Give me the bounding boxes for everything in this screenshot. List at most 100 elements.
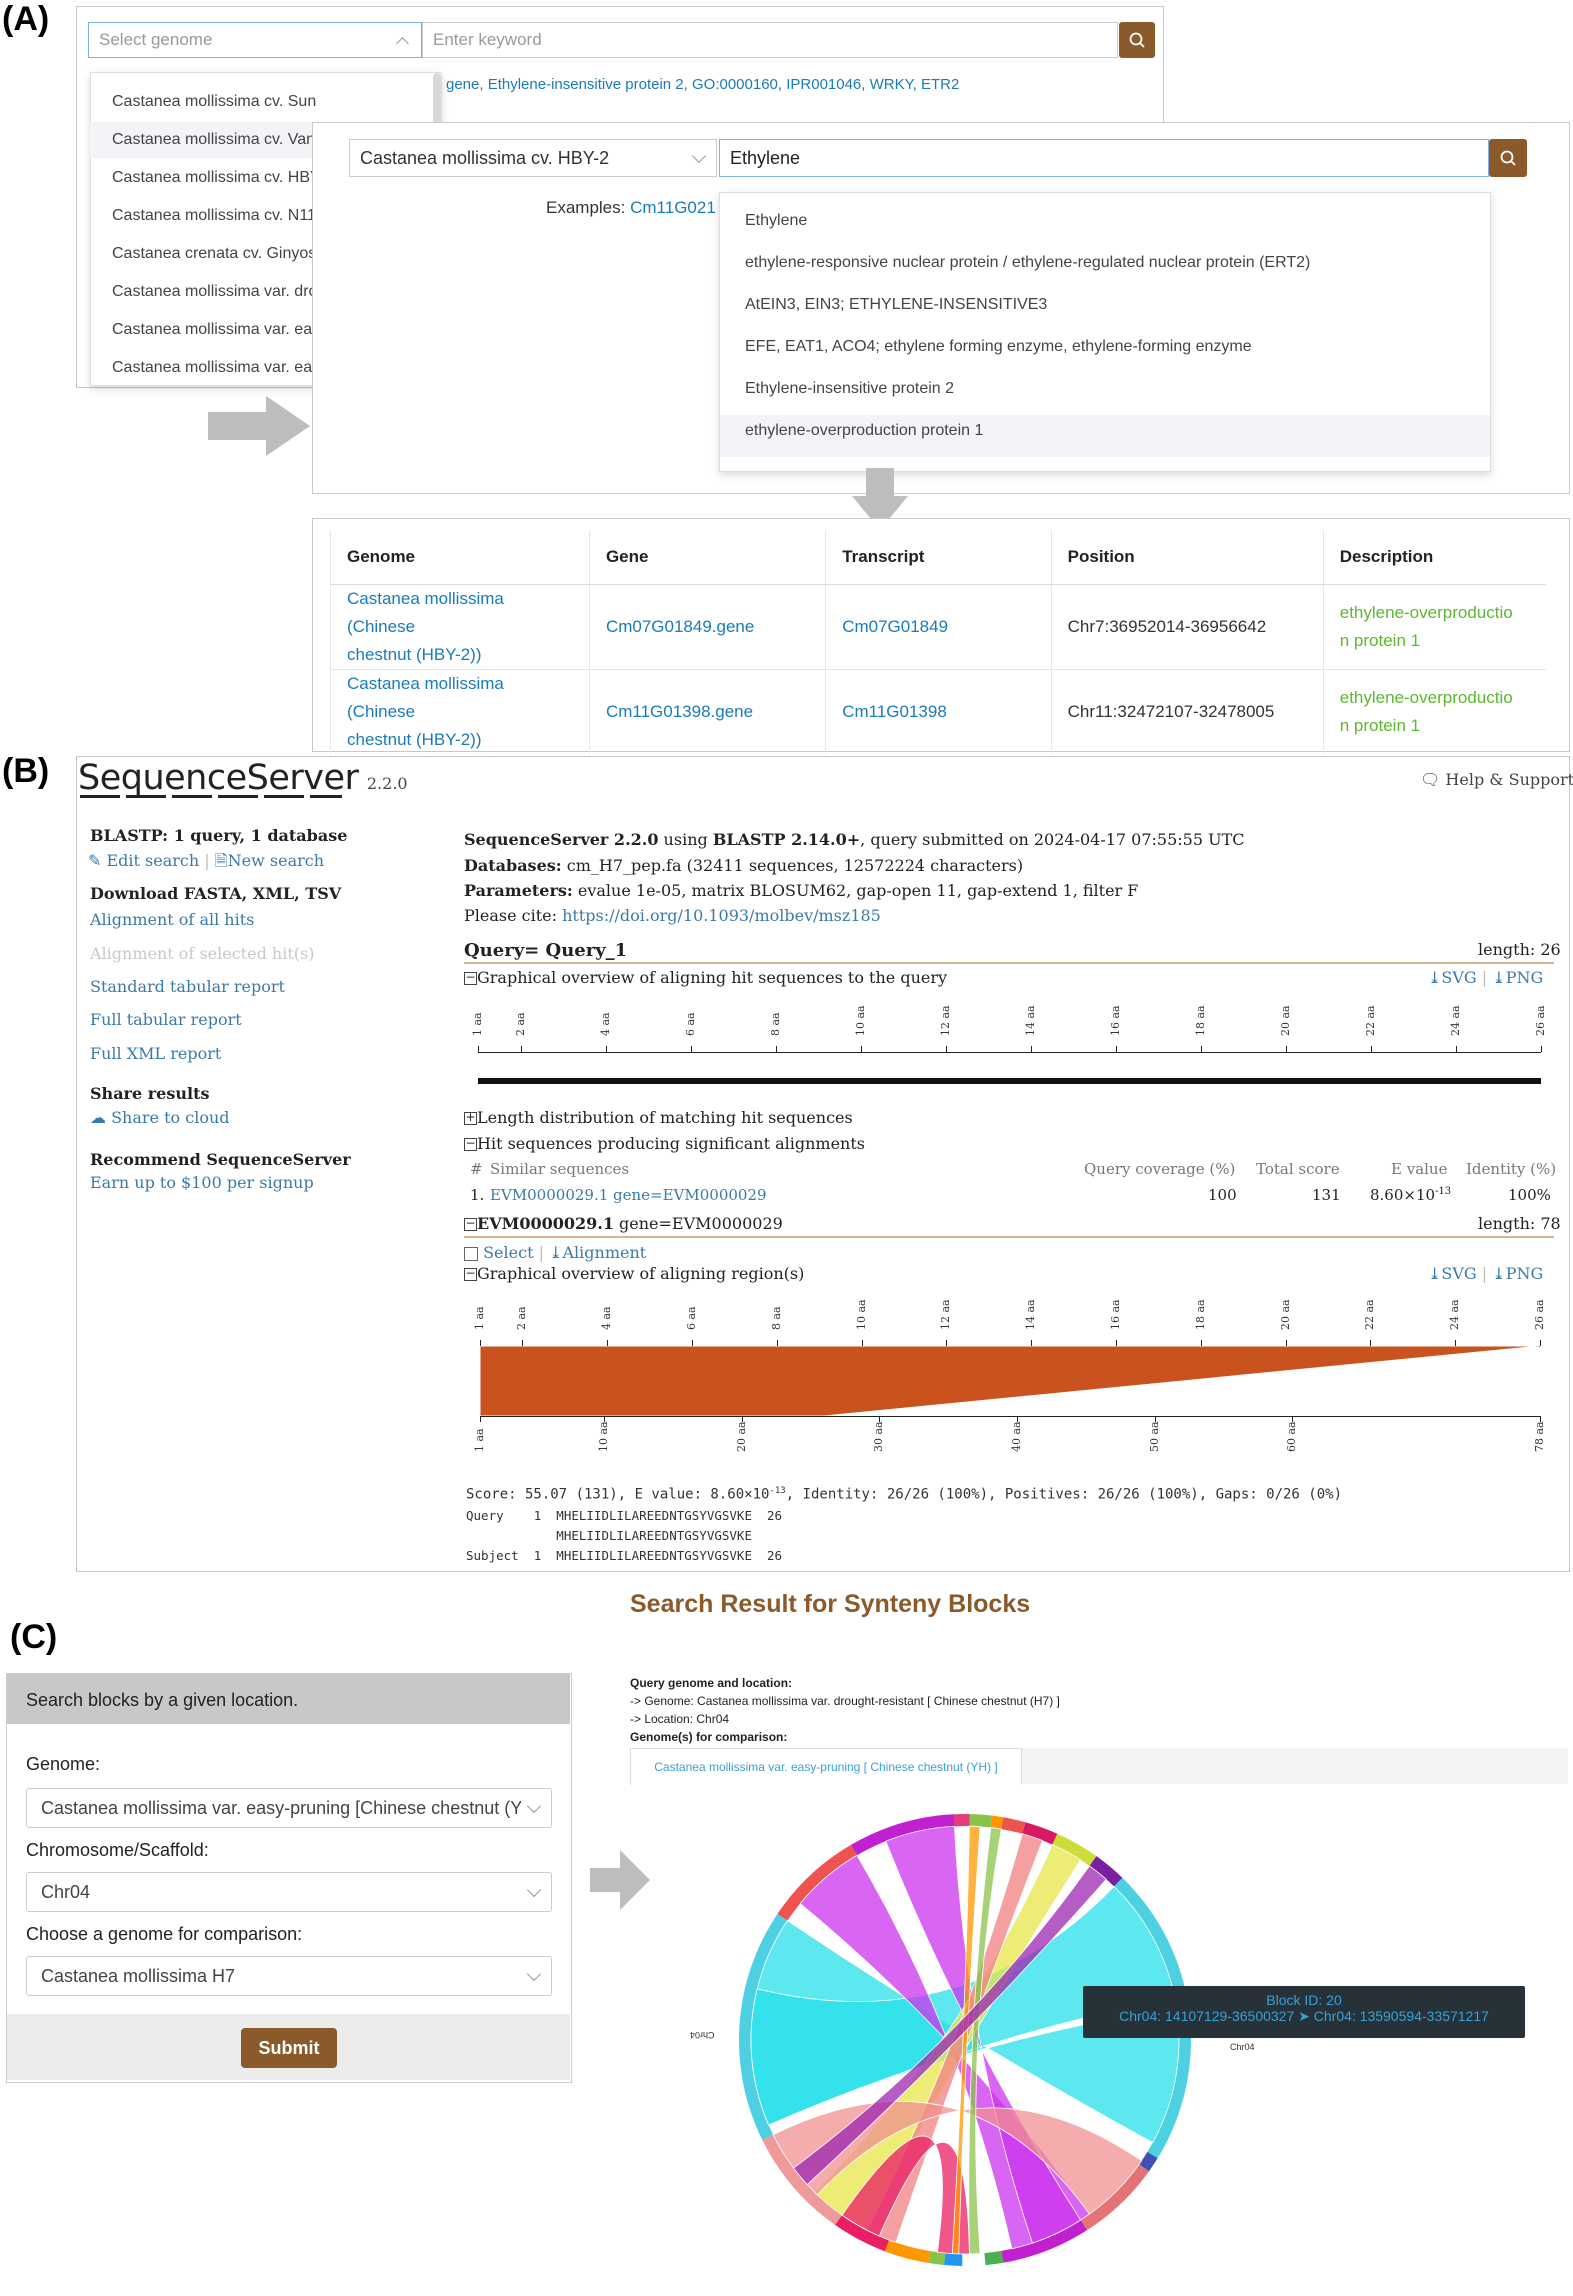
- query-svg-button[interactable]: SVG: [1441, 968, 1476, 987]
- chromosome-arc: [928, 2251, 946, 2266]
- hit-png-button[interactable]: PNG: [1506, 1264, 1544, 1283]
- axis-tick-label: 1 aa: [471, 1012, 484, 1036]
- chromosome-arc: [984, 2250, 1004, 2266]
- full-xml-link[interactable]: Full XML report: [90, 1044, 221, 1063]
- query-overview-toggle[interactable]: −Graphical overview of aligning hit sequ…: [464, 968, 947, 987]
- full-tabular-link[interactable]: Full tabular report: [90, 1010, 242, 1029]
- genome-option[interactable]: Castanea mollissima cv. Van: [90, 122, 334, 158]
- genome-option[interactable]: Castanea mollissima cv. Sun: [90, 84, 334, 120]
- genome-line-2: chestnut (HBY-2)): [347, 730, 482, 749]
- suggestion-item[interactable]: Ethylene-insensitive protein 2: [745, 380, 954, 398]
- select-label[interactable]: Select: [483, 1243, 533, 1262]
- help-support-link[interactable]: 🗨 Help & Support: [1420, 770, 1573, 789]
- genome-line-1: Castanea mollissima (Chinese: [347, 674, 504, 721]
- compare-select-value: Castanea mollissima H7: [41, 1965, 236, 1986]
- axis-tick: [1292, 1416, 1294, 1422]
- alignment-selected-link[interactable]: Alignment of selected hit(s): [90, 944, 314, 963]
- transcript-cell[interactable]: Cm07G01849: [825, 584, 1052, 670]
- chat-icon: 🗨: [1420, 770, 1441, 789]
- genome-option[interactable]: Castanea mollissima cv. N11: [90, 198, 334, 234]
- search-button-2[interactable]: [1489, 139, 1527, 177]
- suggestion-item[interactable]: AtEIN3, EIN3; ETHYLENE-INSENSITIVE3: [745, 296, 1047, 314]
- cite-link[interactable]: https://doi.org/10.1093/molbev/msz185: [562, 906, 881, 925]
- chromosome-arc: [884, 2240, 931, 2264]
- edit-search-link[interactable]: ✎ Edit search | 🗎New search: [88, 850, 324, 877]
- download-icon: ⤓: [1492, 968, 1506, 987]
- keyword-input-1[interactable]: Enter keyword: [422, 22, 1118, 58]
- search-button-1[interactable]: [1119, 22, 1155, 58]
- genome-label: Genome:: [26, 1754, 101, 1774]
- axis-tick-label: 8 aa: [769, 1306, 783, 1330]
- query-png-button[interactable]: PNG: [1506, 968, 1544, 987]
- suggestion-item[interactable]: ethylene-overproduction protein 1: [745, 422, 983, 440]
- description-cell[interactable]: ethylene-overproductio n protein 1: [1322, 584, 1546, 670]
- examples-link[interactable]: Cm11G021: [630, 198, 716, 217]
- axis-tick-label: 14 aa: [1023, 1005, 1037, 1036]
- databases-value: cm_H7_pep.fa (32411 sequences, 12572224 …: [561, 856, 1024, 875]
- genome-select-2[interactable]: Castanea mollissima cv. HBY-2: [349, 139, 717, 177]
- query-location-line: -> Location: Chr04: [630, 1712, 730, 1726]
- hit-detail-toggle[interactable]: −EVM0000029.1 gene=EVM0000029: [464, 1214, 783, 1233]
- chevron-down-icon: [526, 1798, 542, 1814]
- chr-label-right: Chr04: [1230, 2042, 1255, 2052]
- earn-link[interactable]: Earn up to $100 per signup: [90, 1173, 314, 1192]
- hit-svg-button[interactable]: SVG: [1441, 1264, 1476, 1283]
- help-text: Help & Support: [1445, 770, 1573, 789]
- genome-option[interactable]: Castanea mollissima var. dro: [90, 274, 334, 310]
- length-dist-toggle[interactable]: +Length distribution of matching hit seq…: [464, 1108, 853, 1127]
- hit-overview-toggle[interactable]: −Graphical overview of aligning region(s…: [464, 1264, 804, 1283]
- genome-select[interactable]: Castanea mollissima var. easy-pruning [C…: [26, 1788, 552, 1828]
- suggestion-item[interactable]: Ethylene: [745, 212, 807, 230]
- keyword-input-2[interactable]: Ethylene: [719, 139, 1489, 177]
- compare-select[interactable]: Castanea mollissima H7: [26, 1956, 552, 1996]
- genome-option[interactable]: Castanea mollissima var. ear: [90, 350, 334, 386]
- submitted-text: , query submitted on 2024-04-17 07:55:55…: [860, 830, 1245, 849]
- panel-label-a: (A): [2, 0, 50, 38]
- genome-option[interactable]: Castanea crenata cv. Ginyos: [90, 236, 334, 272]
- axis-tick-label: 12 aa: [938, 1005, 952, 1036]
- length-dist-label: Length distribution of matching hit sequ…: [477, 1108, 853, 1127]
- hit-seqs-toggle[interactable]: −Hit sequences producing significant ali…: [464, 1134, 865, 1153]
- gene-cell[interactable]: Cm07G01849.gene: [588, 584, 826, 670]
- axis-tick-label: 1 aa: [473, 1428, 486, 1452]
- chromosome-select[interactable]: Chr04: [26, 1872, 552, 1912]
- compare-tab[interactable]: Castanea mollissima var. easy-pruning [ …: [630, 1748, 1022, 1785]
- suggestion-item[interactable]: EFE, EAT1, ACO4; ethylene forming enzyme…: [745, 338, 1252, 356]
- parameters-info: Parameters: evalue 1e-05, matrix BLOSUM6…: [464, 881, 1138, 900]
- genome-option[interactable]: Castanea mollissima var. eas: [90, 312, 334, 348]
- standard-tabular-link[interactable]: Standard tabular report: [90, 977, 285, 996]
- share-cloud-link[interactable]: ☁ Share to cloud: [90, 1108, 230, 1127]
- tooltip-title: Block ID: 20: [1266, 1992, 1342, 2008]
- alignment-button[interactable]: Alignment: [562, 1243, 646, 1262]
- chr-label-left: Chr04: [690, 2030, 715, 2040]
- examples-tail[interactable]: gene, Ethylene-insensitive protein 2, GO…: [446, 76, 959, 93]
- gene-cell[interactable]: Cm11G01398.gene: [588, 669, 826, 754]
- alignment-all-link[interactable]: Alignment of all hits: [90, 910, 254, 929]
- submit-button[interactable]: Submit: [241, 2028, 337, 2068]
- databases-label: Databases:: [464, 856, 562, 875]
- axis-tick: [603, 1416, 605, 1422]
- genome-select-1[interactable]: Select genome: [88, 22, 422, 58]
- results-col-description: Description: [1322, 530, 1546, 585]
- search-icon: [1500, 150, 1516, 166]
- genome-cell[interactable]: Castanea mollissima (Chinese chestnut (HB…: [330, 584, 590, 670]
- genome-option[interactable]: Castanea mollissima cv. HBY: [90, 160, 334, 196]
- hit-row-link[interactable]: EVM0000029.1 gene=EVM0000029: [490, 1186, 767, 1204]
- new-search-link[interactable]: New search: [228, 851, 324, 870]
- aln-query: Query 1 MHELIIDLILAREEDNTGSYVGSVKE 26: [466, 1508, 783, 1523]
- transcript-cell[interactable]: Cm11G01398: [825, 669, 1052, 754]
- download-icon: ⤓: [549, 1243, 563, 1262]
- description-cell[interactable]: ethylene-overproductio n protein 1: [1322, 669, 1546, 754]
- form-header-text: Search blocks by a given location.: [26, 1690, 299, 1710]
- genome-cell[interactable]: Castanea mollissima (Chinese chestnut (HB…: [330, 669, 590, 754]
- select-checkbox[interactable]: [464, 1246, 478, 1261]
- axis-tick-label: 26 aa: [1534, 1005, 1547, 1036]
- axis-tick-label: 6 aa: [685, 1306, 698, 1330]
- suggestion-item[interactable]: ethylene-responsive nuclear protein / et…: [745, 254, 1310, 272]
- logo-accent: [242, 758, 342, 794]
- collapse-icon: −: [464, 1136, 477, 1151]
- chrom-label: Chromosome/Scaffold:: [26, 1840, 209, 1860]
- query-export: ⤓SVG | ⤓PNG: [1428, 968, 1544, 987]
- alignment-polygon: [480, 1346, 1541, 1416]
- synteny-circos-plot: [739, 1814, 1191, 2266]
